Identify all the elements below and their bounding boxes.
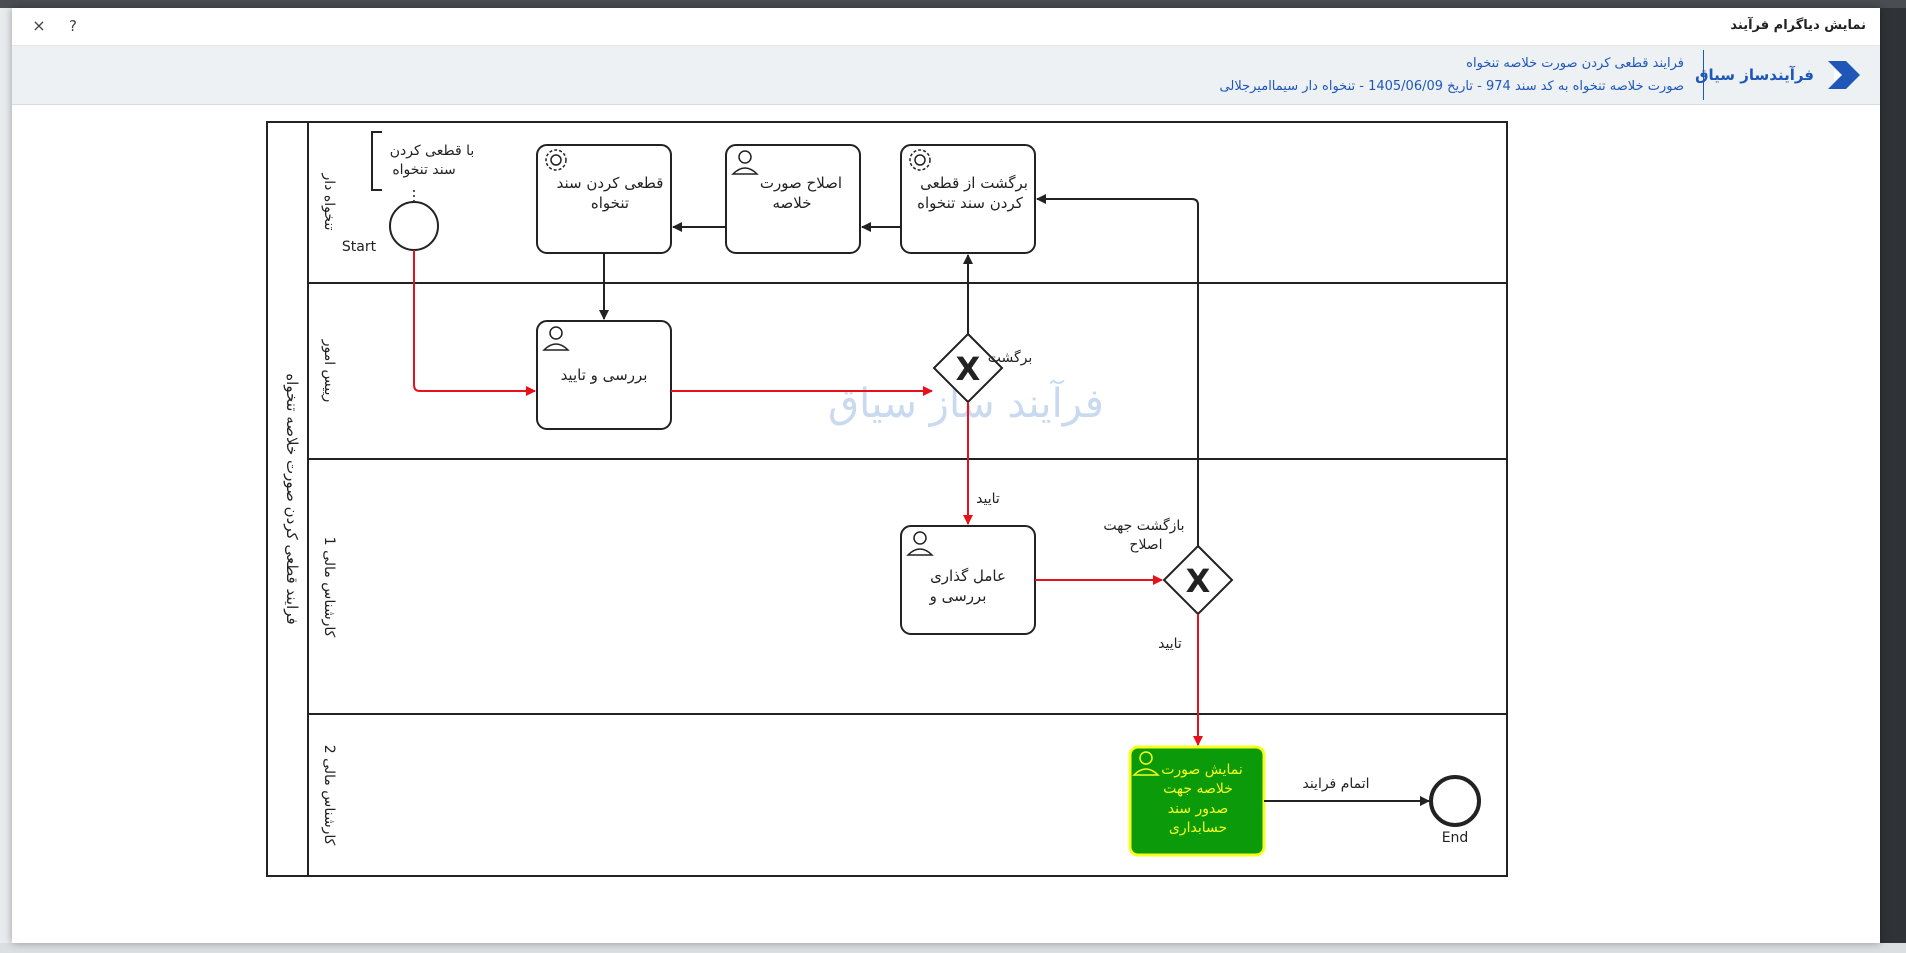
diagram-canvas: فرآیند ساز سیاق فرایند قطعی کردن صورت خل… — [12, 105, 1880, 943]
task-assign-line-2: بررسی و — [929, 587, 987, 605]
task-finalize[interactable]: قطعی کردن سند تنخواه — [536, 144, 672, 254]
task-show-line-1: نمایش صورت — [1161, 762, 1243, 778]
task-revert-line-1: برگشت از قطعی — [920, 174, 1028, 192]
end-label: End — [1442, 830, 1469, 846]
dialog-title: نمایش دیاگرام فرآیند — [1730, 18, 1866, 33]
gateway-x-icon: X — [1186, 562, 1211, 600]
task-review-label: بررسی و تایید — [561, 366, 648, 384]
flow-gateway-to-revert-fix[interactable] — [1036, 194, 1199, 546]
brand-separator — [1703, 50, 1704, 100]
flow-label-approve-2: تایید — [1158, 636, 1182, 652]
task-review[interactable]: بررسی و تایید — [536, 320, 672, 430]
task-fix-summary[interactable]: اصلاح صورت خلاصه — [725, 144, 861, 254]
close-button[interactable]: × — [27, 14, 51, 38]
start-label: Start — [342, 239, 377, 255]
background-app-footer — [0, 943, 1906, 953]
dialog-titlebar: نمایش دیاگرام فرآیند × ? — [12, 8, 1880, 46]
gateway-exclusive-2[interactable]: X — [1162, 544, 1234, 616]
task-show-line-3: صدور سند — [1168, 801, 1229, 817]
task-assign-line-1: عامل گذاری — [930, 567, 1006, 585]
flow-label-return-fix-1: بازگشت جهت — [1103, 517, 1184, 534]
brand: فرآیندساز سیاق — [1695, 52, 1864, 98]
flow-label-return-fix-2: اصلاح — [1129, 537, 1162, 553]
annotation-line-2: سند تنخواه — [392, 162, 455, 178]
task-assign[interactable]: عامل گذاری بررسی و — [900, 525, 1036, 635]
process-subtitle: صورت خلاصه تنخواه به کد سند 974 - تاریخ … — [1219, 79, 1684, 94]
brand-name: فرآیندساز سیاق — [1695, 66, 1814, 84]
task-revert-line-2: کردن سند تنخواه — [917, 194, 1024, 212]
process-header: فرآیندساز سیاق فرایند قطعی کردن صورت خلا… — [12, 46, 1880, 105]
gateway-x-icon: X — [956, 350, 981, 388]
task-fix-summary-line-1: اصلاح صورت — [760, 174, 842, 192]
task-show-line-2: خلاصه جهت — [1163, 781, 1233, 797]
background-app-left — [0, 8, 12, 953]
brand-logo-icon — [1828, 61, 1860, 89]
end-event[interactable] — [1429, 775, 1481, 827]
bpmn-diagram: فرآیند ساز سیاق فرایند قطعی کردن صورت خل… — [266, 121, 1508, 877]
task-fix-summary-line-2: خلاصه — [772, 194, 811, 212]
pool — [266, 121, 1508, 877]
process-title: فرایند قطعی کردن صورت خلاصه تنخواه — [1466, 56, 1684, 71]
annotation-line-1: با قطعی کردن — [390, 143, 475, 159]
lane-label-1: تنخواه دار — [321, 173, 337, 231]
pool-label: فرایند قطعی کردن صورت خلاصه تنخواه — [283, 373, 301, 624]
task-show-summary[interactable]: نمایش صورت خلاصه جهت صدور سند حسابداری — [1128, 745, 1266, 857]
lane-label-3: کارشناس مالی 1 — [321, 537, 337, 638]
help-button[interactable]: ? — [61, 14, 85, 38]
text-annotation — [371, 131, 382, 191]
task-show-line-4: حسابداری — [1169, 820, 1227, 836]
lane-label-4: کارشناس مالی 2 — [321, 745, 337, 846]
flow-label-approve-1: تایید — [976, 491, 1000, 507]
flow-start-to-review[interactable] — [413, 250, 536, 396]
task-finalize-line-1: قطعی کردن سند — [557, 174, 664, 192]
flow-label-finish: اتمام فرایند — [1302, 776, 1369, 792]
task-finalize-line-2: تنخواه — [591, 194, 629, 212]
task-revert[interactable]: برگشت از قطعی کردن سند تنخواه — [900, 144, 1036, 254]
flow-label-return: برگشت — [988, 349, 1033, 366]
background-app-toolbar — [1880, 8, 1906, 953]
background-app-strip — [0, 0, 1906, 8]
start-event[interactable] — [389, 201, 439, 251]
lane-label-2: رییس امور — [321, 339, 337, 403]
process-diagram-dialog: نمایش دیاگرام فرآیند × ? فرآیندساز سیاق … — [12, 8, 1880, 943]
